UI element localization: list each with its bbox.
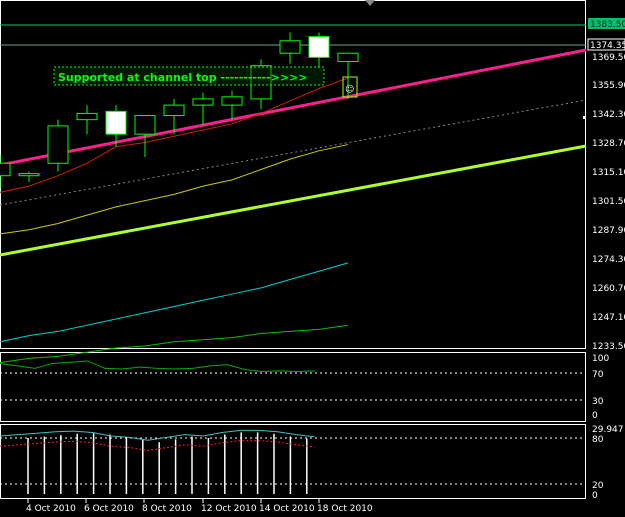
osc1-tick: 0 [592, 411, 598, 421]
osc2-current-value: 29.947 [592, 425, 624, 435]
price-tick: 1369.50 [592, 53, 625, 63]
date-label: 4 Oct 2010 [26, 504, 76, 514]
candle-body [279, 40, 301, 54]
osc1-tick: 70 [592, 370, 604, 380]
price-axis: 1383.50 1374.35 1369.50 1355.90 1342.30 … [583, 18, 625, 352]
price-tick: 1233.50 [592, 342, 625, 352]
date-label: 14 Oct 2010 [259, 504, 315, 514]
date-label: 12 Oct 2010 [201, 504, 257, 514]
price-tick: 1355.90 [592, 81, 625, 91]
candle-body [76, 112, 98, 121]
candle-body [18, 173, 40, 177]
signal-marker-icon: ☺ [345, 84, 354, 95]
osc1-tick: 30 [592, 397, 604, 407]
current-price-label: 1374.35 [590, 41, 625, 51]
candle-body [0, 162, 11, 177]
date-label: 18 Oct 2010 [317, 504, 373, 514]
date-label: 8 Oct 2010 [142, 504, 192, 514]
price-tick: 1315.10 [592, 168, 625, 178]
candle-body [163, 104, 185, 117]
oscillator-1-panel-border [0, 352, 586, 422]
candlestick-series [0, 32, 359, 189]
candle-body [221, 96, 243, 106]
candle-body [105, 110, 127, 135]
price-tick: 1328.70 [592, 139, 625, 149]
chart-canvas: Supported at channel top ----------->>>>… [0, 0, 625, 514]
candle-body [134, 115, 156, 135]
candle-body [192, 98, 214, 106]
osc2-signal-line [0, 429, 315, 441]
date-label: 6 Oct 2010 [84, 504, 134, 514]
scroll-marker-icon [365, 0, 375, 6]
price-tick: 1274.30 [592, 255, 625, 265]
osc2-tick: 0 [592, 491, 598, 501]
candle-body [337, 52, 359, 63]
date-axis: 4 Oct 2010 6 Oct 2010 8 Oct 2010 12 Oct … [26, 499, 373, 514]
oscillator-2-panel-border [0, 424, 586, 499]
axis-cursor-mark [583, 116, 586, 119]
price-tick: 1247.10 [592, 313, 625, 323]
candle-body [308, 36, 330, 58]
osc2-tick: 80 [592, 435, 604, 445]
price-tick: 1342.30 [592, 110, 625, 120]
ma-cyan-line [0, 262, 349, 343]
osc1-tick: 100 [592, 354, 609, 364]
candle-body [47, 125, 69, 164]
osc2-dotted-line [0, 440, 315, 451]
price-tick: 1301.50 [592, 197, 625, 207]
price-tick: 1260.70 [592, 284, 625, 294]
top-price-label: 1383.50 [590, 20, 625, 30]
osc1-line [0, 360, 316, 373]
osc2-tick: 20 [592, 481, 604, 491]
annotation-text: Supported at channel top ----------->>>> [58, 71, 308, 84]
price-tick: 1287.90 [592, 226, 625, 236]
ma-green-line [0, 324, 349, 364]
